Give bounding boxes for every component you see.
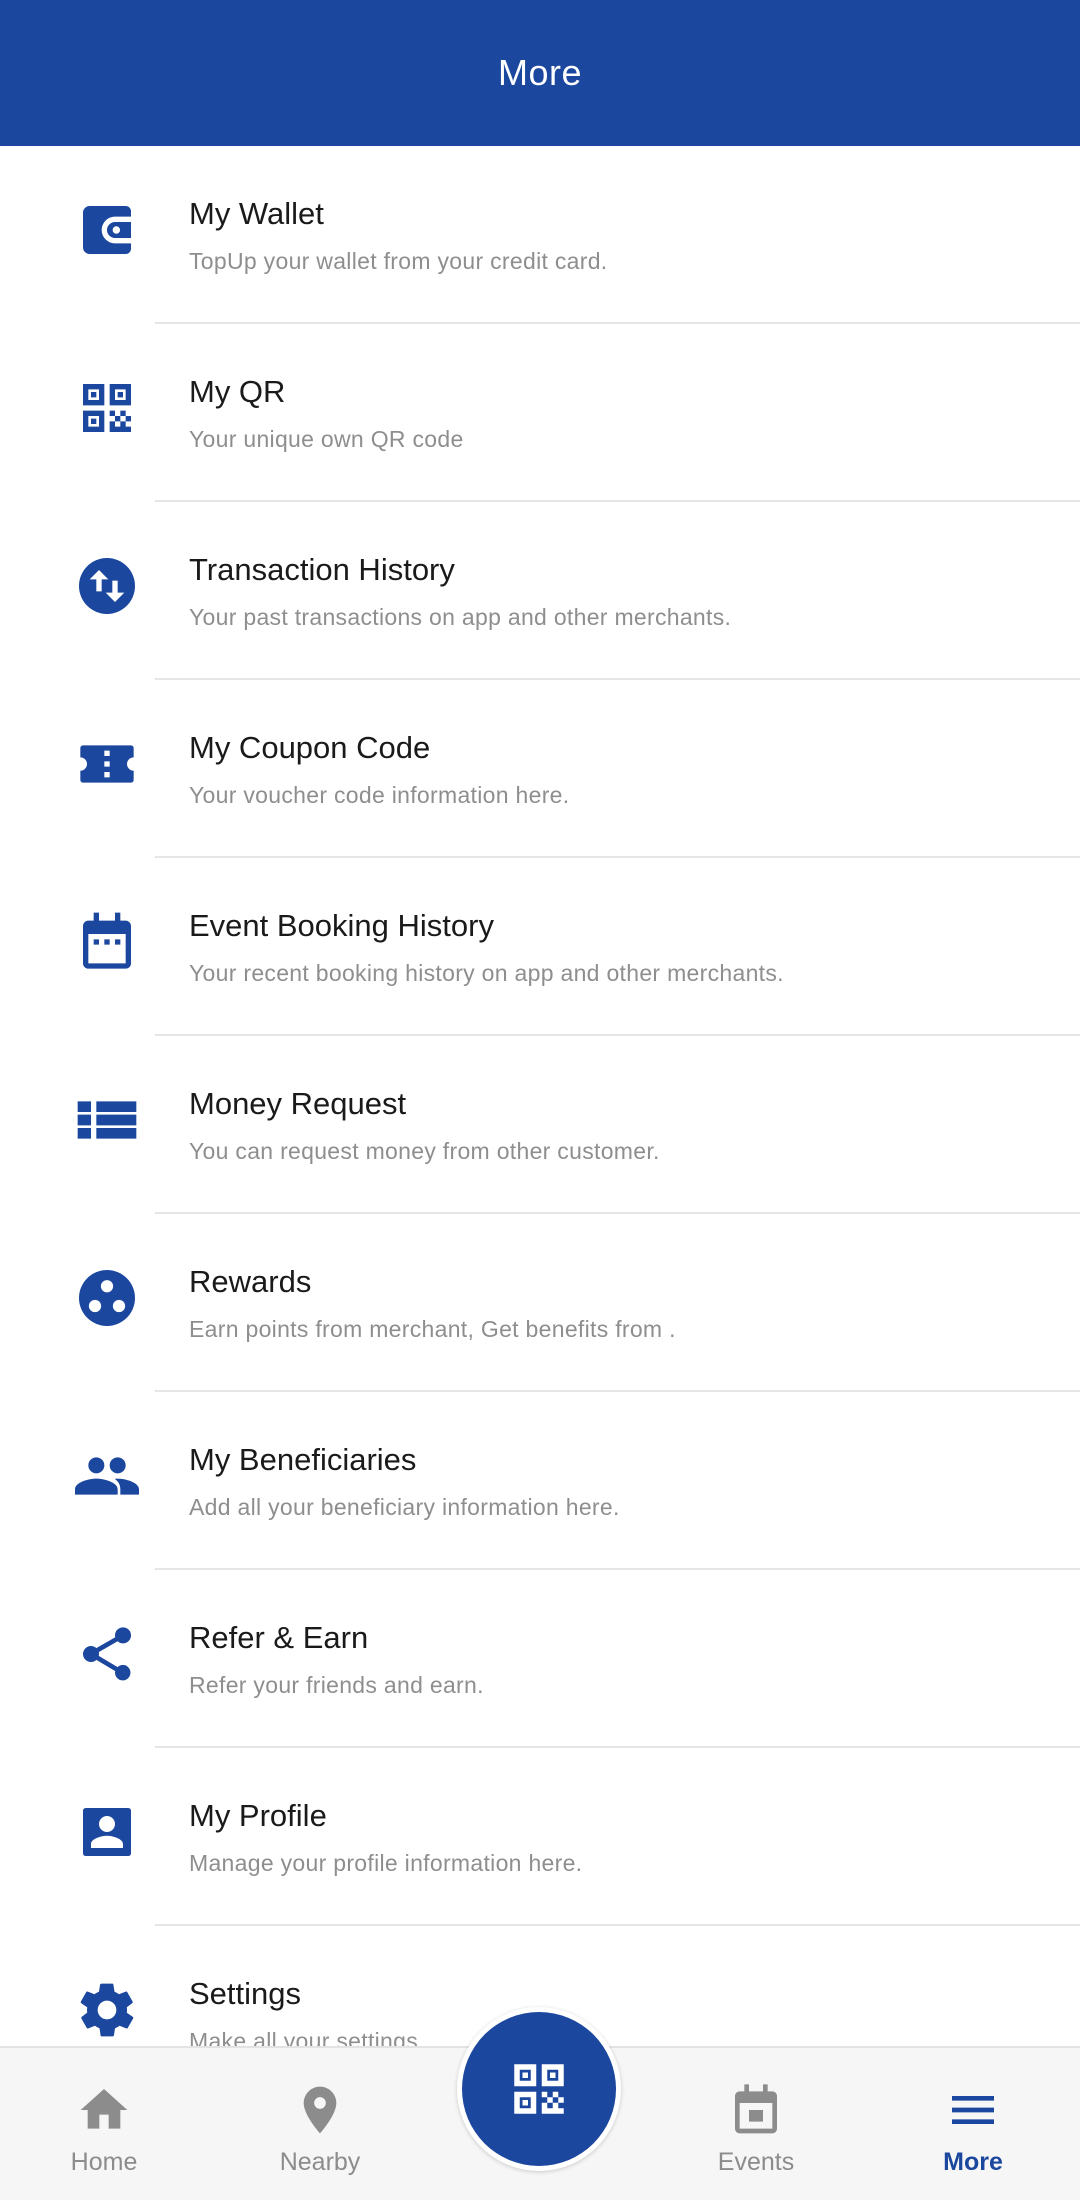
menu-item-my-profile[interactable]: My Profile Manage your profile informati… [0,1748,1080,1926]
location-pin-icon [292,2082,348,2138]
menu-item-money-request[interactable]: Money Request You can request money from… [0,1036,1080,1214]
share-icon [75,1622,139,1686]
menu-item-subtitle: Your past transactions on app and other … [189,604,732,630]
menu-item-title: My QR [189,374,286,409]
menu-item-subtitle: Your recent booking history on app and o… [189,960,784,986]
calendar-icon [75,910,139,974]
menu-item-subtitle: Your voucher code information here. [189,782,570,808]
menu-item-title: Money Request [189,1086,407,1121]
menu-item-refer-and-earn[interactable]: Refer & Earn Refer your friends and earn… [0,1570,1080,1748]
menu-item-subtitle: Your unique own QR code [189,426,464,452]
swap-vertical-icon [75,554,139,618]
menu-item-subtitle: Make all your settings. [189,2028,425,2046]
menu-item-title: Event Booking History [189,908,494,943]
gear-icon [75,1978,139,2042]
app-header: More [0,0,1080,146]
nav-item-nearby[interactable]: Nearby [230,2048,410,2200]
home-icon [76,2082,132,2138]
qr-code-icon [75,376,139,440]
menu-item-my-qr[interactable]: My QR Your unique own QR code [0,324,1080,502]
wallet-icon [75,198,139,262]
menu-item-subtitle: Manage your profile information here. [189,1850,583,1876]
menu-item-title: My Coupon Code [189,730,431,765]
menu-item-subtitle: Earn points from merchant, Get benefits … [189,1316,676,1342]
menu-item-subtitle: Add all your beneficiary information her… [189,1494,620,1520]
menu-item-my-wallet[interactable]: My Wallet TopUp your wallet from your cr… [0,146,1080,324]
menu-item-title: Settings [189,1976,302,2011]
menu-item-title: My Wallet [189,196,324,231]
nav-label: Nearby [279,2148,361,2176]
nav-label: Home [70,2148,138,2176]
nav-item-events[interactable]: Events [666,2048,846,2200]
menu-item-transaction-history[interactable]: Transaction History Your past transactio… [0,502,1080,680]
menu-item-my-beneficiaries[interactable]: My Beneficiaries Add all your beneficiar… [0,1392,1080,1570]
rewards-icon [75,1266,139,1330]
menu-item-title: My Beneficiaries [189,1442,417,1477]
menu-item-event-booking-history[interactable]: Event Booking History Your recent bookin… [0,858,1080,1036]
menu-item-rewards[interactable]: Rewards Earn points from merchant, Get b… [0,1214,1080,1392]
nav-label: Events [717,2148,795,2176]
page-title: More [497,52,583,93]
nav-item-more[interactable]: More [883,2048,1063,2200]
menu-item-my-coupon-code[interactable]: My Coupon Code Your voucher code informa… [0,680,1080,858]
profile-card-icon [75,1800,139,1864]
scan-qr-button[interactable] [457,2007,621,2171]
menu-item-title: Refer & Earn [189,1620,369,1655]
menu-item-subtitle: Refer your friends and earn. [189,1672,484,1698]
ticket-icon [75,732,139,796]
people-icon [75,1444,139,1508]
menu-item-title: Rewards [189,1264,312,1299]
calendar-icon [728,2082,784,2138]
qr-scan-icon [514,2064,564,2114]
menu-icon [945,2082,1001,2138]
nav-item-home[interactable]: Home [14,2048,194,2200]
menu-item-title: My Profile [189,1798,327,1833]
nav-label: More [943,2148,1003,2176]
list-icon [75,1088,139,1152]
more-menu-list: My Wallet TopUp your wallet from your cr… [0,146,1080,2046]
menu-item-subtitle: TopUp your wallet from your credit card. [189,248,608,274]
menu-item-subtitle: You can request money from other custome… [189,1138,660,1164]
scan-qr-button-background [462,2012,616,2166]
menu-item-title: Transaction History [189,552,455,587]
